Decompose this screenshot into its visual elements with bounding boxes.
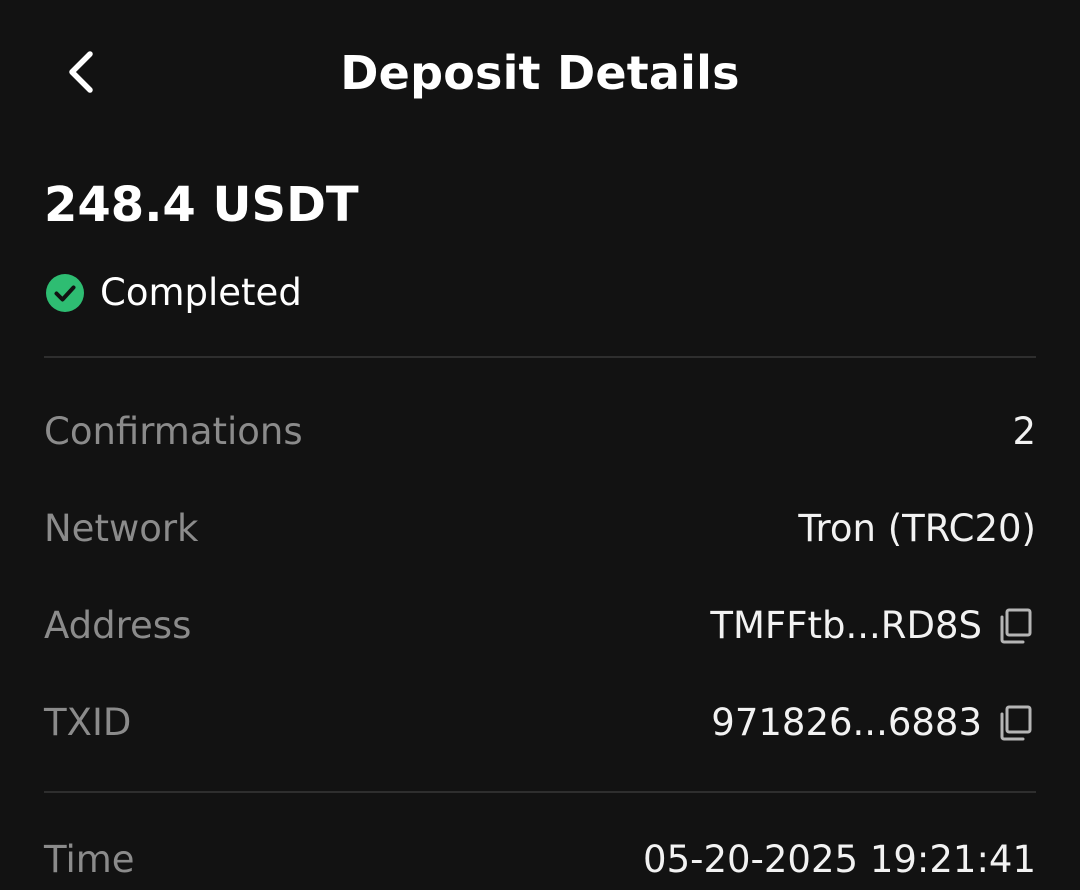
deposit-amount: 248.4 USDT [44, 177, 359, 233]
divider [44, 356, 1036, 358]
network-value: Tron (TRC20) [798, 507, 1036, 550]
status-badge: Completed [46, 266, 302, 320]
row-address: Address TMFFtb...RD8S [44, 596, 1036, 656]
status-text: Completed [100, 271, 302, 314]
address-label: Address [44, 604, 192, 647]
page-title: Deposit Details [340, 46, 740, 100]
txid-value: 971826...6883 [711, 701, 982, 744]
address-value-group: TMFFtb...RD8S [710, 596, 1036, 656]
copy-icon[interactable] [996, 606, 1036, 646]
divider [44, 791, 1036, 793]
txid-label: TXID [44, 701, 132, 744]
confirmations-label: Confirmations [44, 410, 303, 453]
header-bar: Deposit Details [0, 0, 1080, 150]
confirmations-value: 2 [1012, 410, 1036, 453]
copy-icon[interactable] [996, 703, 1036, 743]
check-circle-icon [46, 274, 84, 312]
network-label: Network [44, 507, 199, 550]
row-txid: TXID 971826...6883 [44, 693, 1036, 753]
address-value: TMFFtb...RD8S [710, 604, 982, 647]
txid-value-group: 971826...6883 [711, 693, 1036, 753]
row-time: Time 05-20-2025 19:21:41 [44, 830, 1036, 890]
time-label: Time [44, 838, 135, 881]
row-confirmations: Confirmations 2 [44, 402, 1036, 462]
time-value: 05-20-2025 19:21:41 [643, 838, 1036, 881]
row-network: Network Tron (TRC20) [44, 499, 1036, 559]
